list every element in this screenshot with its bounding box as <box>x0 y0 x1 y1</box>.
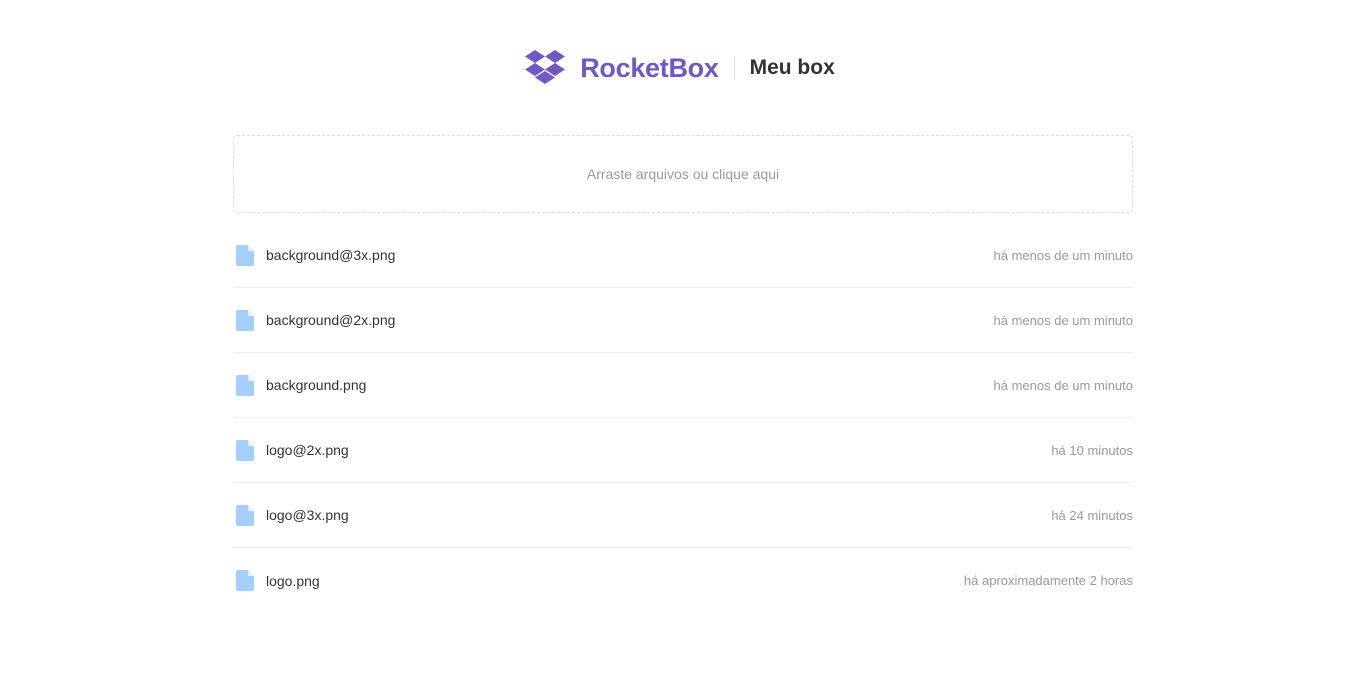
file-row: logo@2x.png há 10 minutos <box>233 418 1133 483</box>
upload-dropzone[interactable]: Arraste arquivos ou clique aqui <box>233 135 1133 213</box>
file-link[interactable]: logo@3x.png <box>233 504 349 526</box>
file-row: background@2x.png há menos de um minuto <box>233 288 1133 353</box>
file-list: background@3x.png há menos de um minuto … <box>233 223 1133 613</box>
file-icon <box>236 244 254 266</box>
file-name: background@3x.png <box>266 247 396 263</box>
page-title: Meu box <box>749 56 835 79</box>
file-name: background.png <box>266 377 367 393</box>
file-time: há menos de um minuto <box>993 247 1133 263</box>
file-link[interactable]: logo.png <box>233 570 320 591</box>
dropzone-label: Arraste arquivos ou clique aqui <box>586 166 780 182</box>
brand-name: RocketBox <box>580 52 719 83</box>
file-name: logo@3x.png <box>266 507 349 523</box>
page-container: RocketBox Meu box Arraste arquivos ou cl… <box>233 0 1133 613</box>
file-time: há aproximadamente 2 horas <box>963 573 1133 588</box>
file-time: há 24 minutos <box>1051 507 1133 523</box>
file-link[interactable]: logo@2x.png <box>233 439 349 461</box>
file-icon <box>236 374 254 396</box>
file-link[interactable]: background@2x.png <box>233 309 396 331</box>
file-time: há menos de um minuto <box>993 312 1133 328</box>
dropbox-box-icon <box>525 50 566 86</box>
file-icon <box>236 309 254 331</box>
file-row: logo.png há aproximadamente 2 horas <box>233 548 1133 613</box>
file-row: background.png há menos de um minuto <box>233 353 1133 418</box>
file-row: background@3x.png há menos de um minuto <box>233 223 1133 288</box>
file-icon <box>236 439 254 461</box>
file-time: há 10 minutos <box>1051 442 1133 458</box>
file-link[interactable]: background@3x.png <box>233 244 396 266</box>
file-time: há menos de um minuto <box>993 377 1133 393</box>
file-icon <box>236 504 254 526</box>
header-divider <box>733 56 735 80</box>
file-name: logo@2x.png <box>266 442 349 458</box>
file-icon <box>236 570 254 591</box>
app-header: RocketBox Meu box <box>227 48 1133 88</box>
file-link[interactable]: background.png <box>233 374 367 396</box>
file-row: logo@3x.png há 24 minutos <box>233 483 1133 548</box>
file-name: logo.png <box>266 572 320 589</box>
file-name: background@2x.png <box>266 312 396 328</box>
